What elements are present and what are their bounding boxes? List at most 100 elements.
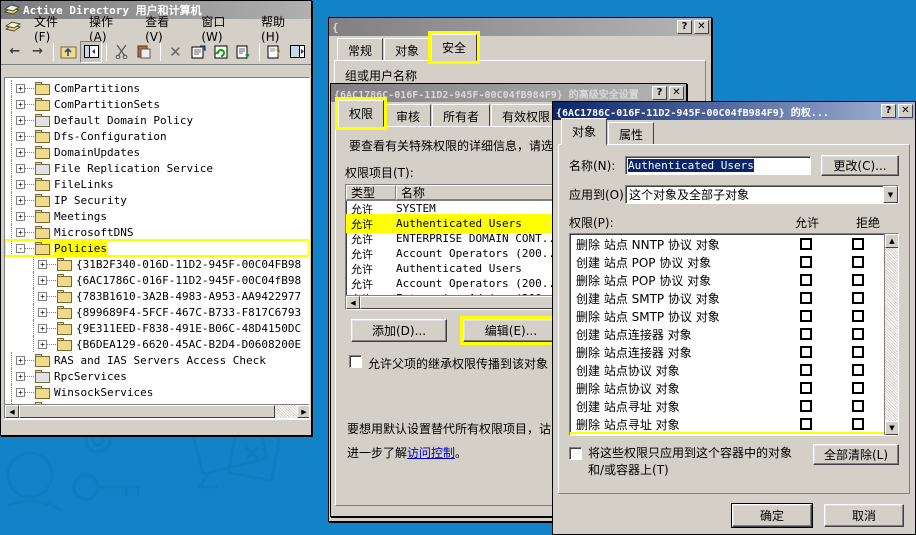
permission-row[interactable]: 创建 站点 SMTP 协议 对象 xyxy=(570,289,884,307)
permission-allow-checkbox[interactable] xyxy=(800,400,812,412)
permission-row[interactable]: 删除 站点 SMTP 协议 对象 xyxy=(570,307,884,325)
permission-allow-checkbox[interactable] xyxy=(800,292,812,304)
permission-row[interactable]: 删除 站点 NNTP 协议 对象 xyxy=(570,235,884,253)
close-button[interactable]: ✕ xyxy=(669,86,684,100)
expand-icon[interactable]: + xyxy=(38,259,47,269)
tab-general[interactable]: 常规 xyxy=(337,38,384,62)
tab-auditing[interactable]: 审核 xyxy=(385,104,432,128)
permission-deny-checkbox[interactable] xyxy=(852,328,864,340)
tree-item[interactable]: + MicrosoftDNS xyxy=(5,224,309,240)
tab-effective-permissions[interactable]: 有效权限 xyxy=(491,104,562,128)
up-one-level-icon[interactable] xyxy=(58,41,80,63)
permission-allow-cell[interactable] xyxy=(780,292,832,304)
tree-item[interactable]: + {783B1610-3A2B-4983-A953-AA9422977 xyxy=(5,288,309,304)
permission-allow-checkbox[interactable] xyxy=(800,382,812,394)
permission-entry-tabstrip[interactable]: 对象 属性 xyxy=(558,118,910,146)
permission-deny-checkbox[interactable] xyxy=(852,256,864,268)
tree-item[interactable]: + {6AC1786C-016F-11D2-945F-00C04fB98 xyxy=(5,272,309,288)
expand-icon[interactable]: + xyxy=(16,163,25,173)
expand-icon[interactable]: + xyxy=(38,339,47,349)
scroll-left-button[interactable]: ◀ xyxy=(5,405,19,418)
permission-deny-cell[interactable] xyxy=(832,292,884,304)
permission-row[interactable]: 删除 站点连接器 对象 xyxy=(570,343,884,361)
permission-deny-checkbox[interactable] xyxy=(852,400,864,412)
show-hide-console-tree-icon[interactable] xyxy=(80,40,103,63)
permission-allow-cell[interactable] xyxy=(780,238,832,250)
permission-allow-checkbox[interactable] xyxy=(800,328,812,340)
permission-allow-checkbox[interactable] xyxy=(800,364,812,376)
permission-deny-checkbox[interactable] xyxy=(852,274,864,286)
help-button[interactable]: ? xyxy=(677,20,692,34)
close-button[interactable]: ✕ xyxy=(694,20,709,34)
permission-deny-cell[interactable] xyxy=(832,328,884,340)
clear-all-button[interactable]: 全部清除(L) xyxy=(813,444,899,465)
permission-allow-cell[interactable] xyxy=(780,364,832,376)
permission-row[interactable]: 创建 站点协议 对象 xyxy=(570,361,884,379)
chevron-down-icon[interactable]: ▼ xyxy=(883,186,898,203)
expand-icon[interactable]: + xyxy=(38,275,47,285)
tree-item[interactable]: + Dfs-Configuration xyxy=(5,128,309,144)
collapse-icon[interactable]: - xyxy=(16,243,25,253)
permission-row[interactable]: 应用组策略 xyxy=(570,432,884,435)
ad-menubar[interactable]: 文件(F) 操作(A) 查看(V) 窗口(W) 帮助(H) xyxy=(1,15,311,44)
tree-item[interactable]: + ComPartitionSets xyxy=(5,96,309,112)
permission-allow-cell[interactable] xyxy=(780,400,832,412)
permission-allow-cell[interactable] xyxy=(780,310,832,322)
permission-deny-checkbox[interactable] xyxy=(852,292,864,304)
export-list-icon[interactable] xyxy=(233,41,255,63)
change-button[interactable]: 更改(C)... xyxy=(821,155,899,176)
expand-icon[interactable]: + xyxy=(16,99,25,109)
expand-icon[interactable]: + xyxy=(16,83,25,93)
tree-item[interactable]: + ComPartitions xyxy=(5,80,309,96)
tree-item[interactable]: + RpcServices xyxy=(5,368,309,384)
permission-allow-cell[interactable] xyxy=(780,256,832,268)
tree-item[interactable]: + RAS and IAS Servers Access Check xyxy=(5,352,309,368)
permission-deny-cell[interactable] xyxy=(832,256,884,268)
permission-row[interactable]: 创建 站点连接器 对象 xyxy=(570,325,884,343)
permission-deny-cell[interactable] xyxy=(832,364,884,376)
expand-icon[interactable]: + xyxy=(38,323,47,333)
permission-deny-checkbox[interactable] xyxy=(852,310,864,322)
name-field[interactable]: Authenticated Users xyxy=(625,156,811,175)
permission-deny-checkbox[interactable] xyxy=(852,346,864,358)
cut-icon[interactable] xyxy=(111,41,133,63)
permissions-vertical-scrollbar[interactable]: ▲ ▼ xyxy=(884,234,898,435)
expand-icon[interactable]: + xyxy=(16,387,25,397)
permission-deny-cell[interactable] xyxy=(832,310,884,322)
tree-item[interactable]: - Policies xyxy=(5,239,309,257)
permission-row[interactable]: 删除 站点 POP 协议 对象 xyxy=(570,271,884,289)
permission-allow-checkbox[interactable] xyxy=(800,238,812,250)
permission-deny-cell[interactable] xyxy=(832,400,884,412)
tree-item[interactable]: + Default Domain Policy xyxy=(5,112,309,128)
inherit-permissions-checkbox[interactable] xyxy=(349,355,362,368)
tree-item[interactable]: + WinsockServices xyxy=(5,384,309,400)
tab-security[interactable]: 安全 xyxy=(428,31,481,64)
expand-icon[interactable]: + xyxy=(16,371,25,381)
new-window-icon[interactable] xyxy=(286,41,308,63)
tab-properties[interactable]: 属性 xyxy=(608,122,655,146)
permission-entry-titlebar[interactable]: {6AC1786C-016F-11D2-945F-00C04fB984F9} 的… xyxy=(553,102,915,120)
permissions-rows[interactable]: 删除 站点 NNTP 协议 对象 创建 站点 POP 协议 对象 删除 站点 POP… xyxy=(570,234,884,435)
tree-root[interactable]: + ComPartitions + ComPartitionSets + Default … xyxy=(5,80,309,416)
expand-icon[interactable]: + xyxy=(16,211,25,221)
tree-item[interactable]: + {B6DEA129-6620-45AC-B2D4-D0608200E xyxy=(5,336,309,352)
expand-icon[interactable]: + xyxy=(16,147,25,157)
properties-tabstrip[interactable]: 常规 对象 安全 xyxy=(334,31,706,64)
add-button[interactable]: 添加(D)... xyxy=(351,319,447,342)
forward-icon[interactable]: → xyxy=(27,41,49,63)
permission-row[interactable]: 创建 站点寻址 对象 xyxy=(570,397,884,415)
permission-allow-checkbox[interactable] xyxy=(800,346,812,358)
advanced-dialog-titlebar[interactable]: {6AC1786C-016F-11D2-945F-00C04fB984F9} 的… xyxy=(331,84,686,102)
permission-allow-cell[interactable] xyxy=(780,274,832,286)
delete-icon[interactable]: ✕ xyxy=(165,41,187,63)
permission-allow-cell[interactable] xyxy=(780,382,832,394)
permission-deny-cell[interactable] xyxy=(832,418,884,430)
help-icon[interactable]: ? xyxy=(264,41,286,63)
apply-to-combo[interactable]: 这个对象及全部子对象 ▼ xyxy=(625,185,899,204)
expand-icon[interactable]: + xyxy=(38,307,47,317)
permission-allow-checkbox[interactable] xyxy=(800,256,812,268)
tree-item[interactable]: + {9E311EED-F838-491E-B06C-48D4150DC xyxy=(5,320,309,336)
tree-item[interactable]: + {31B2F340-016D-11D2-945F-00C04FB98 xyxy=(5,256,309,272)
ok-button[interactable]: 确定 xyxy=(732,504,812,527)
cancel-button[interactable]: 取消 xyxy=(824,504,904,527)
